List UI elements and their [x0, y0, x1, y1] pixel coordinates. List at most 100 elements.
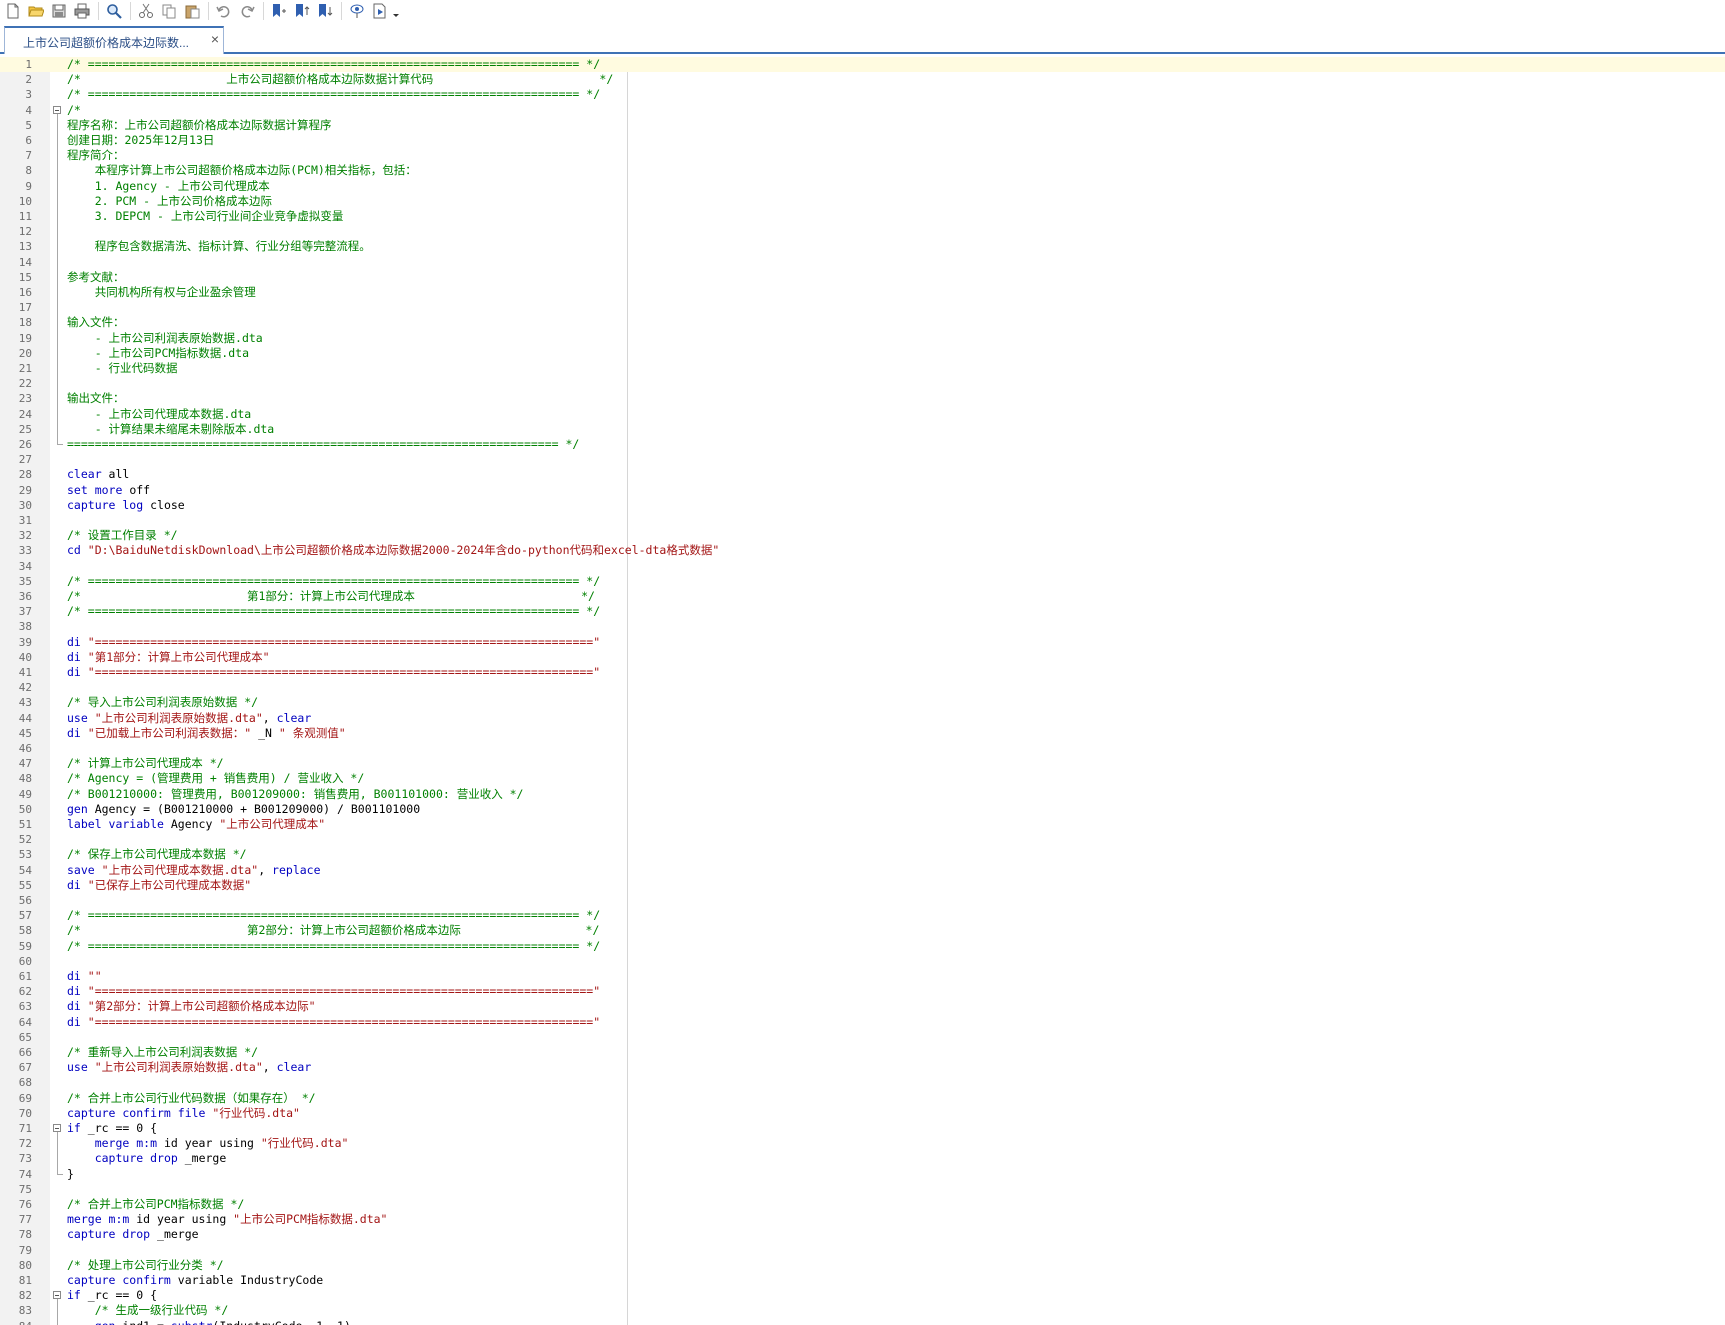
code-line[interactable]: 57 /* ===================================… [0, 908, 1725, 923]
code-line[interactable]: 51 label variable Agency "上市公司代理成本" [0, 817, 1725, 832]
code-line[interactable]: 74} [0, 1167, 1725, 1182]
code-line[interactable]: 22 [0, 376, 1725, 391]
code-line[interactable]: 49 /* B001210000: 管理费用, B001209000: 销售费用,… [0, 787, 1725, 802]
toggle-bookmark-icon[interactable] [268, 1, 290, 21]
code-line[interactable]: 56 [0, 893, 1725, 908]
tab-do-file[interactable]: 上市公司超额价格成本边际数... × [4, 26, 224, 54]
code-line[interactable]: 33 cd "D:\BaiduNetdiskDownload\上市公司超额价格成本… [0, 543, 1725, 558]
code-line[interactable]: 15 参考文献： [0, 270, 1725, 285]
code-line[interactable]: 11 3. DEPCM - 上市公司行业间企业竞争虚拟变量 [0, 209, 1725, 224]
code-line[interactable]: 45 di "已加载上市公司利润表数据：" _N " 条观测值" [0, 726, 1725, 741]
undo-icon[interactable] [213, 1, 235, 21]
copy-icon[interactable] [158, 1, 180, 21]
code-line[interactable]: 73 capture drop _merge [0, 1151, 1725, 1166]
code-editor[interactable]: 1 /* ====================================… [0, 57, 1725, 1325]
code-line[interactable]: 38 [0, 619, 1725, 634]
code-line[interactable]: 32 /* 设置工作目录 */ [0, 528, 1725, 543]
code-line[interactable]: 3 /* ====================================… [0, 87, 1725, 102]
code-line[interactable]: 80 /* 处理上市公司行业分类 */ [0, 1258, 1725, 1273]
code-line[interactable]: 46 [0, 741, 1725, 756]
code-line[interactable]: 6 创建日期：2025年12月13日 [0, 133, 1725, 148]
code-line[interactable]: 82 if _rc == 0 { [0, 1288, 1725, 1303]
code-line[interactable]: 72 merge m:m id year using "行业代码.dta" [0, 1136, 1725, 1151]
code-line[interactable]: 75 [0, 1182, 1725, 1197]
code-line[interactable]: 39 di "==================================… [0, 635, 1725, 650]
code-line[interactable]: 40 di "第1部分：计算上市公司代理成本" [0, 650, 1725, 665]
code-line[interactable]: 13 程序包含数据清洗、指标计算、行业分组等完整流程。 [0, 239, 1725, 254]
code-line[interactable]: 69 /* 合并上市公司行业代码数据（如果存在） */ [0, 1091, 1725, 1106]
code-line[interactable]: 28 clear all [0, 467, 1725, 482]
code-line[interactable]: 58 /* 第2部分：计算上市公司超额价格成本边际 */ [0, 923, 1725, 938]
open-folder-icon[interactable] [25, 1, 47, 21]
code-line[interactable]: 34 [0, 559, 1725, 574]
code-line[interactable]: 54 save "上市公司代理成本数据.dta", replace [0, 863, 1725, 878]
code-line[interactable]: 84 gen ind1 = substr(IndustryCode, 1, 1) [0, 1319, 1725, 1325]
code-line[interactable]: 79 [0, 1243, 1725, 1258]
code-line[interactable]: 20 - 上市公司PCM指标数据.dta [0, 346, 1725, 361]
code-line[interactable]: 65 [0, 1030, 1725, 1045]
code-line[interactable]: 63 di "第2部分：计算上市公司超额价格成本边际" [0, 999, 1725, 1014]
code-line[interactable]: 8 本程序计算上市公司超额价格成本边际(PCM)相关指标，包括： [0, 163, 1725, 178]
code-line[interactable]: 36 /* 第1部分：计算上市公司代理成本 */ [0, 589, 1725, 604]
code-line[interactable]: 24 - 上市公司代理成本数据.dta [0, 407, 1725, 422]
new-file-icon[interactable] [2, 1, 24, 21]
fold-toggle-icon[interactable] [53, 1124, 61, 1132]
code-line[interactable]: 14 [0, 255, 1725, 270]
code-line[interactable]: 10 2. PCM - 上市公司价格成本边际 [0, 194, 1725, 209]
code-line[interactable]: 47 /* 计算上市公司代理成本 */ [0, 756, 1725, 771]
code-line[interactable]: 42 [0, 680, 1725, 695]
code-line[interactable]: 9 1. Agency - 上市公司代理成本 [0, 179, 1725, 194]
code-line[interactable]: 77 merge m:m id year using "上市公司PCM指标数据.d… [0, 1212, 1725, 1227]
code-line[interactable]: 12 [0, 224, 1725, 239]
code-line[interactable]: 53 /* 保存上市公司代理成本数据 */ [0, 847, 1725, 862]
code-line[interactable]: 19 - 上市公司利润表原始数据.dta [0, 331, 1725, 346]
code-line[interactable]: 50 gen Agency = (B001210000 + B001209000)… [0, 802, 1725, 817]
cut-icon[interactable] [135, 1, 157, 21]
code-line[interactable]: 48 /* Agency = (管理费用 + 销售费用) / 营业收入 */ [0, 771, 1725, 786]
code-line[interactable]: 78 capture drop _merge [0, 1227, 1725, 1242]
code-line[interactable]: 43 /* 导入上市公司利润表原始数据 */ [0, 695, 1725, 710]
code-line[interactable]: 67 use "上市公司利润表原始数据.dta", clear [0, 1060, 1725, 1075]
code-line[interactable]: 5 程序名称：上市公司超额价格成本边际数据计算程序 [0, 118, 1725, 133]
find-icon[interactable] [103, 1, 125, 21]
code-line[interactable]: 2 /* 上市公司超额价格成本边际数据计算代码 */ [0, 72, 1725, 87]
code-line[interactable]: 76 /* 合并上市公司PCM指标数据 */ [0, 1197, 1725, 1212]
code-line[interactable]: 83 /* 生成一级行业代码 */ [0, 1303, 1725, 1318]
code-line[interactable]: 17 [0, 300, 1725, 315]
chevron-down-icon[interactable] [392, 1, 400, 21]
show-hide-icon[interactable] [346, 1, 368, 21]
fold-toggle-icon[interactable] [53, 105, 61, 114]
run-do-file-icon[interactable] [369, 1, 391, 21]
code-line[interactable]: 27 [0, 452, 1725, 467]
paste-icon[interactable] [181, 1, 203, 21]
previous-bookmark-icon[interactable] [291, 1, 313, 21]
code-line[interactable]: 37 /* ===================================… [0, 604, 1725, 619]
code-line[interactable]: 60 [0, 954, 1725, 969]
code-line[interactable]: 35 /* ===================================… [0, 574, 1725, 589]
tab-close-icon[interactable]: × [211, 31, 219, 47]
save-icon[interactable] [48, 1, 70, 21]
code-line[interactable]: 68 [0, 1075, 1725, 1090]
code-line[interactable]: 61 di "" [0, 969, 1725, 984]
code-line[interactable]: 81 capture confirm variable IndustryCode [0, 1273, 1725, 1288]
code-line[interactable]: 29 set more off [0, 483, 1725, 498]
code-line[interactable]: 23 输出文件： [0, 391, 1725, 406]
code-line[interactable]: 64 di "==================================… [0, 1015, 1725, 1030]
code-line[interactable]: 4 /* [0, 103, 1725, 118]
code-line[interactable]: 21 - 行业代码数据 [0, 361, 1725, 376]
code-line[interactable]: 52 [0, 832, 1725, 847]
code-line[interactable]: 7 程序简介： [0, 148, 1725, 163]
code-line[interactable]: 66 /* 重新导入上市公司利润表数据 */ [0, 1045, 1725, 1060]
code-line[interactable]: 44 use "上市公司利润表原始数据.dta", clear [0, 711, 1725, 726]
redo-icon[interactable] [236, 1, 258, 21]
code-line[interactable]: 71 if _rc == 0 { [0, 1121, 1725, 1136]
code-line[interactable]: 59 /* ===================================… [0, 939, 1725, 954]
code-line[interactable]: 62 di "==================================… [0, 984, 1725, 999]
code-line[interactable]: 25 - 计算结果未缩尾未剔除版本.dta [0, 422, 1725, 437]
print-icon[interactable] [71, 1, 93, 21]
code-line[interactable]: 30 capture log close [0, 498, 1725, 513]
next-bookmark-icon[interactable] [314, 1, 336, 21]
code-line[interactable]: 1 /* ====================================… [0, 57, 1725, 72]
fold-toggle-icon[interactable] [53, 1291, 61, 1300]
code-line[interactable]: 41 di "==================================… [0, 665, 1725, 680]
